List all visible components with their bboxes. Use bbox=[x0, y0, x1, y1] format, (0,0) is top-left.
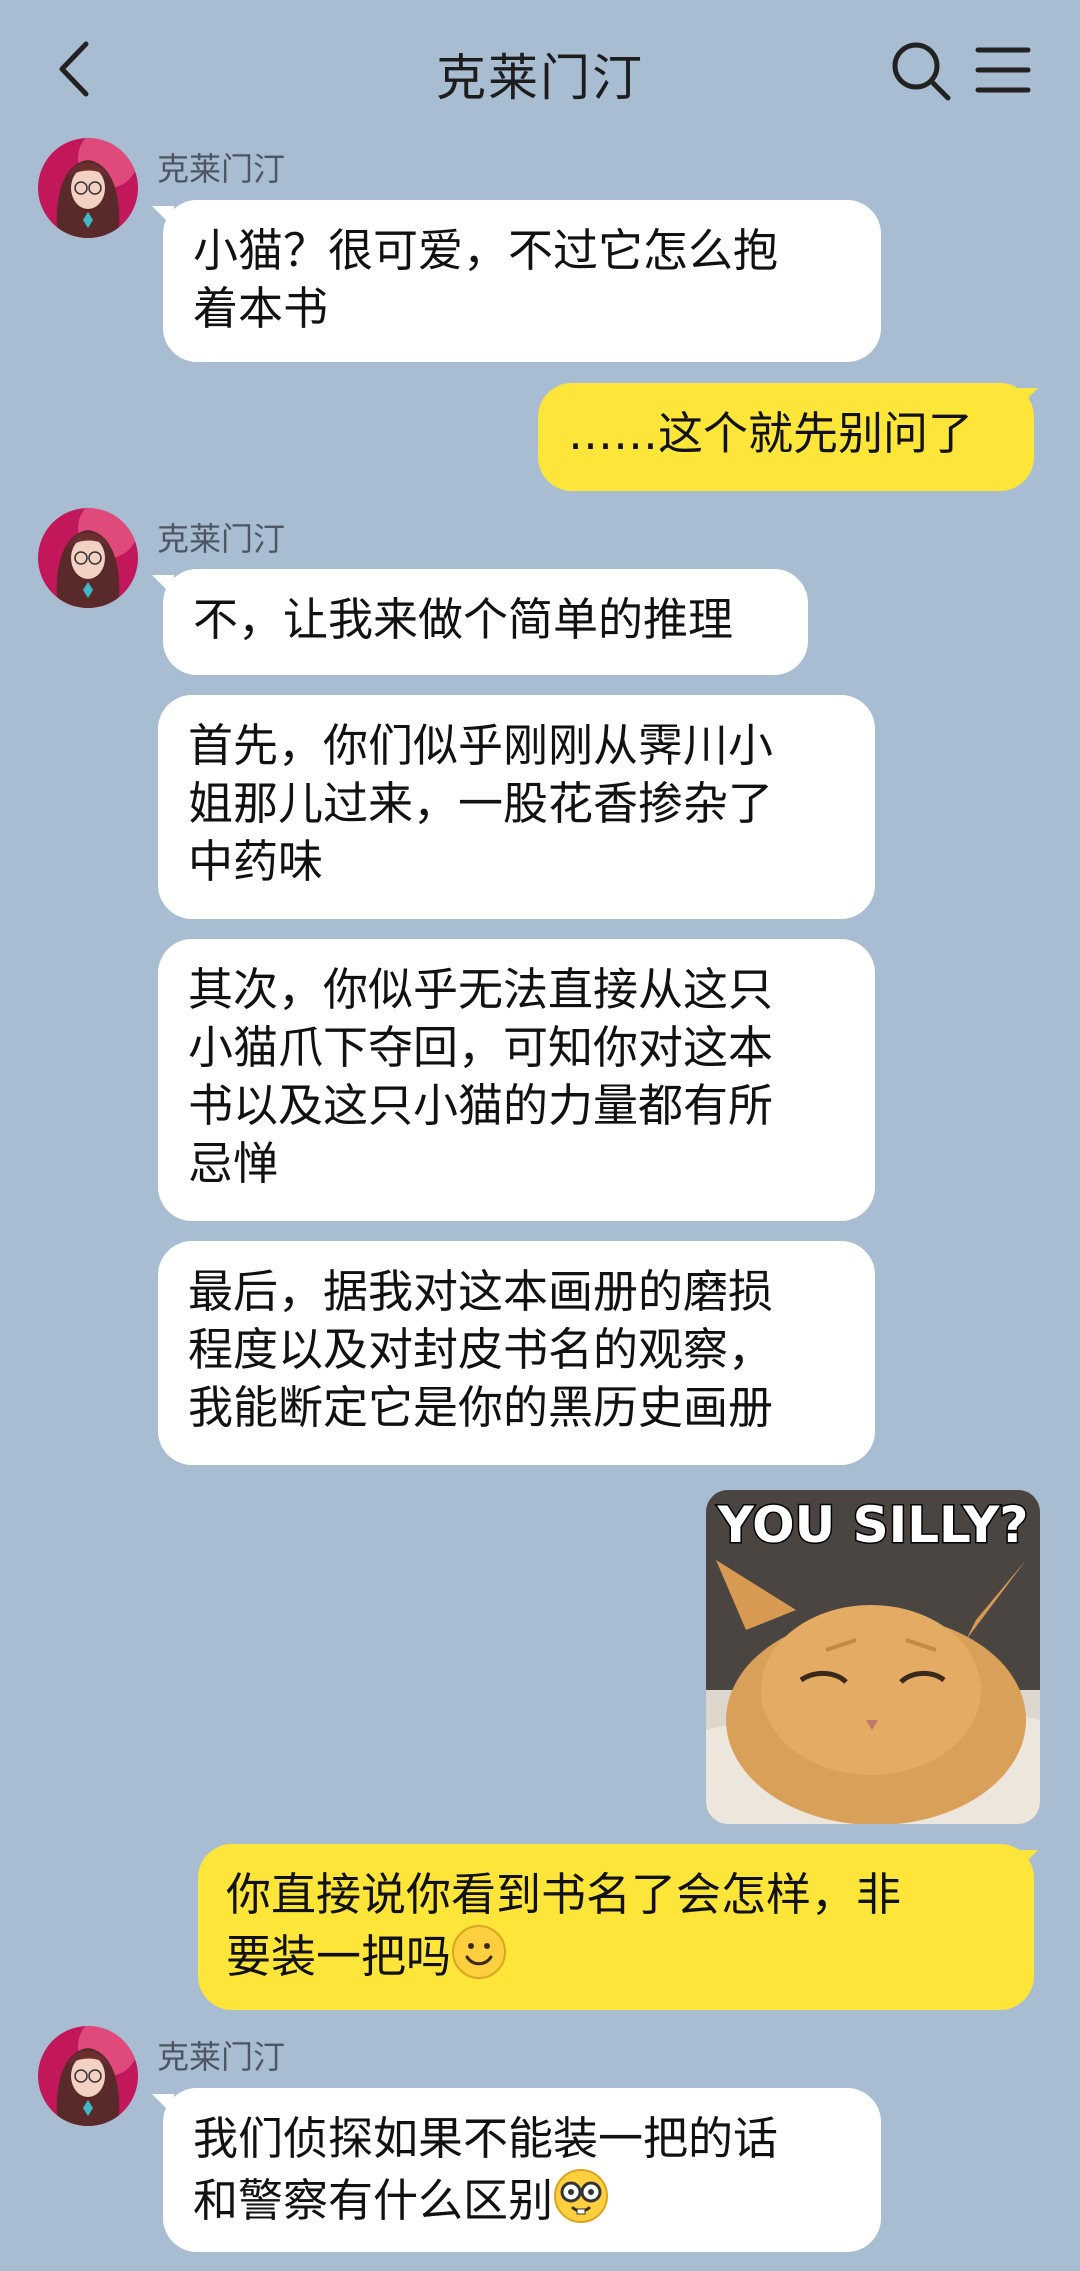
avatar[interactable] bbox=[38, 2026, 138, 2126]
avatar[interactable] bbox=[38, 138, 138, 238]
avatar[interactable] bbox=[38, 508, 138, 608]
menu-icon[interactable] bbox=[972, 42, 1034, 98]
message-bubble[interactable]: 不，让我来做个简单的推理 bbox=[163, 569, 808, 675]
sender-name: 克莱门汀 bbox=[157, 150, 286, 188]
message-bubble[interactable]: 其次，你似乎无法直接从这只 小猫爪下夺回，可知你对这本 书以及这只小猫的力量都有… bbox=[158, 939, 875, 1221]
sender-name: 克莱门汀 bbox=[157, 520, 286, 558]
message-bubble[interactable]: 首先，你们似乎刚刚从霁川小 姐那儿过来，一股花香掺杂了 中药味 bbox=[158, 695, 875, 919]
smiling-face-icon bbox=[451, 1924, 507, 1980]
message-bubble[interactable]: 你直接说你看到书名了会怎样，非 要装一把吗 bbox=[198, 1844, 1034, 2010]
message-text: 你直接说你看到书名了会怎样，非 要装一把吗 bbox=[226, 1868, 902, 1983]
meme-caption: YOU SILLY? bbox=[717, 1496, 1029, 1554]
message-bubble[interactable]: 我们侦探如果不能装一把的话 和警察有什么区别 bbox=[163, 2088, 881, 2252]
message-bubble[interactable]: 最后，据我对这本画册的磨损 程度以及对封皮书名的观察， 我能断定它是你的黑历史画… bbox=[158, 1241, 875, 1465]
sender-name: 克莱门汀 bbox=[157, 2038, 286, 2076]
meme-image[interactable]: YOU SILLY? bbox=[706, 1490, 1040, 1824]
message-bubble[interactable]: ……这个就先别问了 bbox=[538, 383, 1034, 491]
message-text: 我们侦探如果不能装一把的话 和警察有什么区别 bbox=[193, 2112, 779, 2227]
search-icon[interactable] bbox=[888, 38, 954, 104]
message-bubble[interactable]: 小猫？很可爱，不过它怎么抱 着本书 bbox=[163, 200, 881, 362]
nerd-face-icon bbox=[553, 2168, 609, 2224]
chat-header: 克莱门汀 bbox=[0, 0, 1080, 140]
